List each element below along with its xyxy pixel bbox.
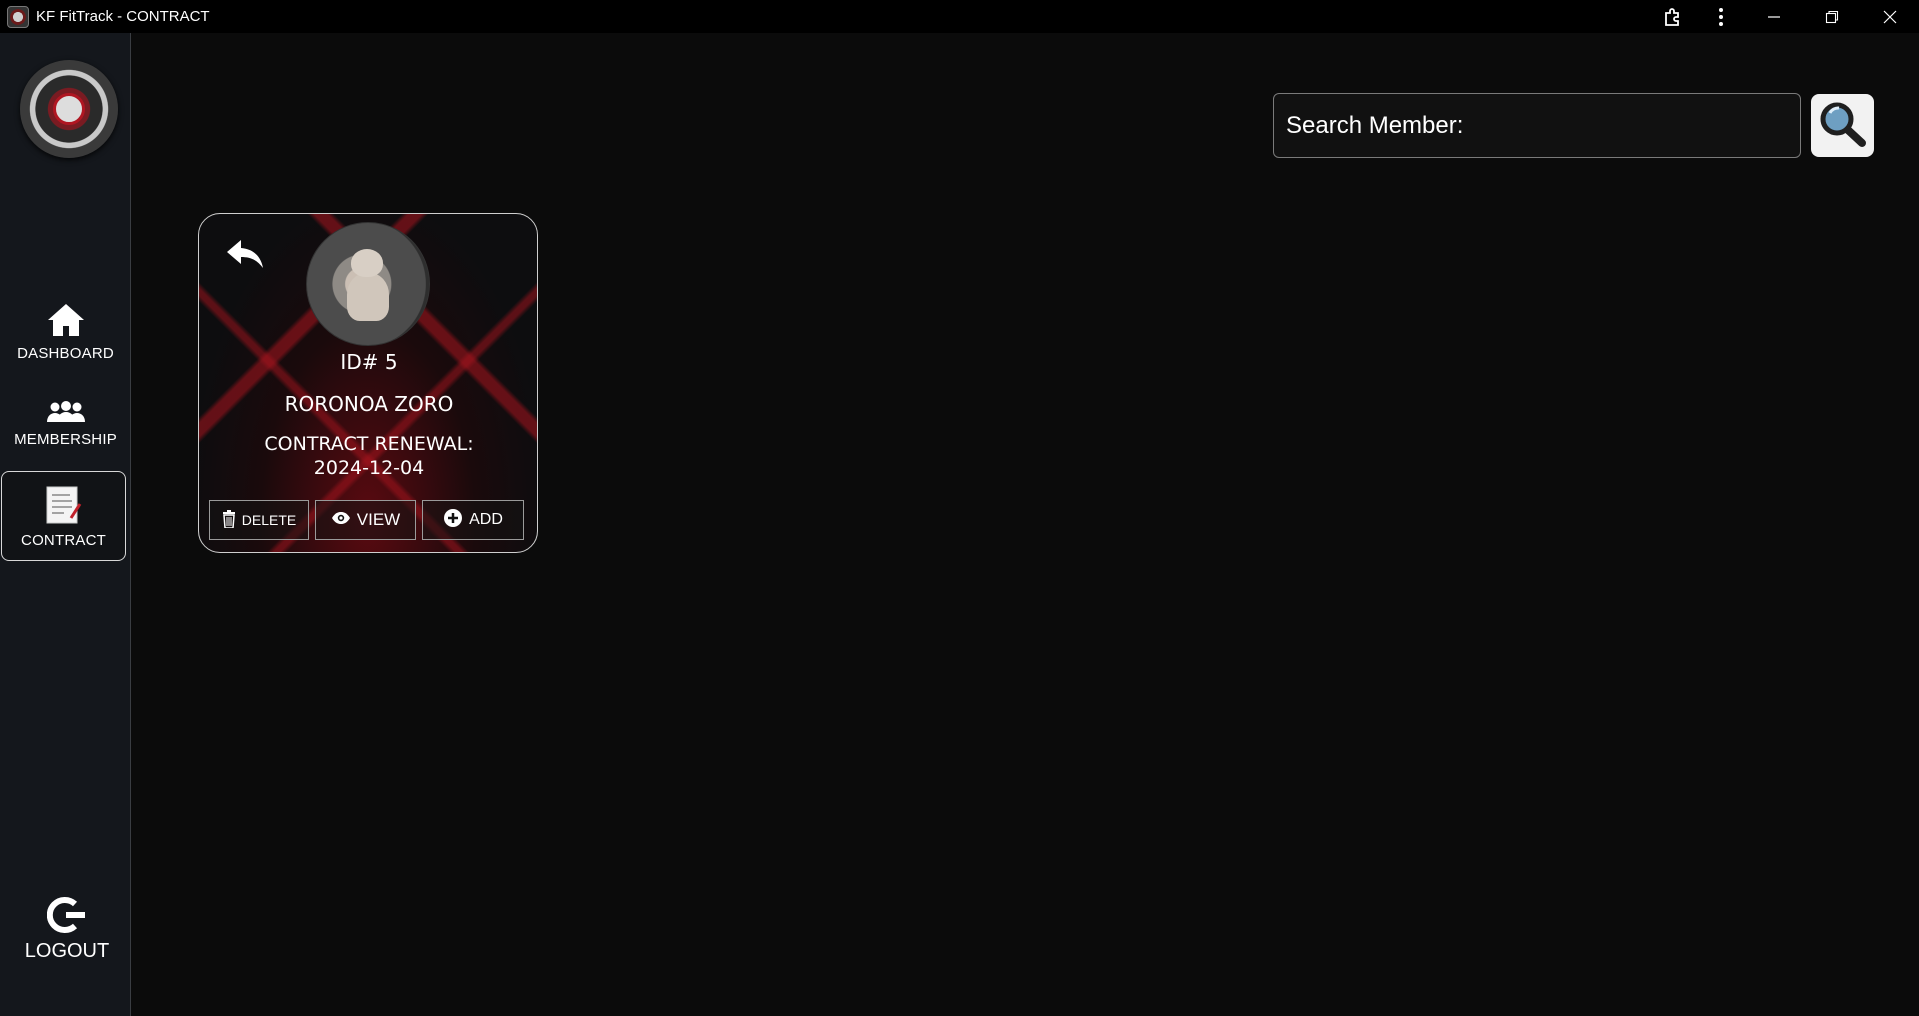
add-label: ADD [469, 511, 503, 528]
renewal-date: 2024-12-04 [313, 457, 425, 479]
document-icon [44, 486, 84, 528]
member-avatar [306, 222, 430, 346]
view-label: VIEW [356, 510, 401, 529]
contract-renewal: CONTRACT RENEWAL: 2024-12-04 [199, 432, 537, 480]
search-member-box[interactable]: Search Member: [1273, 93, 1801, 158]
add-button[interactable]: ADD [422, 500, 524, 540]
member-contract-card: ID# 5 RORONOA ZORO CONTRACT RENEWAL: 202… [198, 213, 538, 553]
search-input[interactable] [1469, 105, 1800, 146]
delete-label: DELETE [241, 512, 297, 528]
renewal-label: CONTRACT RENEWAL: [264, 433, 474, 455]
member-name: RORONOA ZORO [284, 392, 454, 416]
restore-icon[interactable] [1803, 0, 1861, 33]
search-label: Search Member: [1286, 111, 1464, 139]
logout-icon [46, 896, 87, 940]
minimize-icon[interactable] [1745, 0, 1803, 33]
back-arrow-icon[interactable] [225, 238, 265, 274]
more-options-icon[interactable] [1697, 0, 1745, 33]
member-id: ID# 5 [340, 350, 398, 374]
sidebar-item-dashboard[interactable]: DASHBOARD [0, 303, 131, 362]
extensions-icon[interactable] [1649, 0, 1697, 33]
sidebar: DASHBOARD MEMBERSHIP CONTRACT LOGOUT [0, 33, 131, 1016]
app-icon [7, 5, 29, 28]
gym-logo [20, 60, 118, 158]
sidebar-item-membership[interactable]: MEMBERSHIP [0, 401, 131, 448]
users-icon [46, 401, 86, 427]
sidebar-item-label: CONTRACT [21, 532, 106, 549]
logout-button[interactable]: LOGOUT [22, 896, 112, 963]
plus-circle-icon [443, 508, 463, 533]
search-icon [1818, 100, 1868, 152]
eye-icon [331, 510, 351, 530]
trash-icon [222, 509, 236, 531]
main-content: Search Member: ID# 5 RORONOA ZORO CONTRA… [132, 33, 1919, 1016]
view-button[interactable]: VIEW [315, 500, 416, 540]
sidebar-item-label: DASHBOARD [17, 345, 114, 362]
sidebar-item-contract[interactable]: CONTRACT [1, 471, 126, 561]
window-titlebar: KF FitTrack - CONTRACT [0, 0, 1919, 33]
search-button[interactable] [1811, 94, 1874, 157]
sidebar-item-label: MEMBERSHIP [14, 431, 117, 448]
home-icon [47, 303, 85, 341]
delete-button[interactable]: DELETE [209, 500, 309, 540]
logout-label: LOGOUT [24, 940, 110, 962]
close-icon[interactable] [1861, 0, 1919, 33]
window-title: KF FitTrack - CONTRACT [36, 8, 210, 25]
